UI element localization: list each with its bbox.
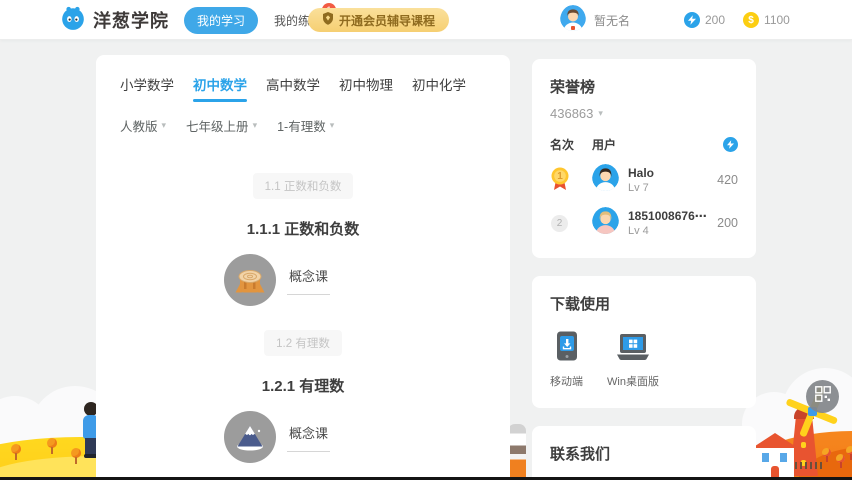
- tab-high-math[interactable]: 高中数学: [266, 78, 320, 93]
- house-illustration: [752, 433, 798, 479]
- course-panel: 小学数学 初中数学 高中数学 初中物理 初中化学 人教版▾ 七年级上册▾ 1-有…: [96, 55, 510, 480]
- lesson-type-label[interactable]: 概念课: [287, 266, 330, 295]
- lesson-title: 1.2.1 有理数: [120, 375, 486, 396]
- header-stats: 200 $ 1100: [684, 0, 790, 40]
- vip-button[interactable]: 开通会员辅导课程: [308, 8, 449, 32]
- energy-value: 200: [705, 13, 725, 27]
- leader-level: Lv 4: [628, 224, 707, 238]
- class-selector[interactable]: 436863 ▾: [550, 106, 738, 121]
- filter-textbook[interactable]: 人教版▾: [120, 116, 166, 135]
- chevron-down-icon: ▾: [598, 108, 603, 119]
- header-user[interactable]: 暂无名: [560, 0, 630, 40]
- energy-stat[interactable]: 200: [684, 12, 725, 28]
- leader-level: Lv 7: [628, 181, 654, 195]
- tree-trunk-illustration: [508, 424, 526, 478]
- course-filters: 人教版▾ 七年级上册▾ 1-有理数▾: [120, 116, 486, 135]
- user-avatar: [560, 5, 586, 36]
- stump-icon[interactable]: [224, 254, 276, 306]
- lesson-item[interactable]: 概念课: [94, 411, 460, 463]
- tab-middle-physics[interactable]: 初中物理: [339, 78, 393, 93]
- download-mobile[interactable]: 移动端: [550, 331, 583, 389]
- rank-number: 1: [550, 171, 570, 182]
- chevron-down-icon: ▾: [253, 120, 258, 131]
- flower-illustration: [846, 446, 852, 460]
- tree-illustration: [10, 444, 22, 460]
- filter-grade[interactable]: 七年级上册▾: [186, 116, 257, 135]
- user-name: 暂无名: [594, 12, 630, 29]
- download-windows-label: Win桌面版: [607, 373, 659, 389]
- honor-board-card: 荣誉榜 436863 ▾ 名次 用户: [532, 59, 756, 258]
- leader-name: 1851008676⋯: [628, 209, 707, 223]
- section-badge: 1.2 有理数: [264, 330, 342, 356]
- vip-shield-icon: [322, 12, 334, 28]
- qr-code-fab[interactable]: [806, 380, 839, 413]
- subject-tabs: 小学数学 初中数学 高中数学 初中物理 初中化学: [120, 55, 486, 93]
- coin-value: 1100: [764, 13, 790, 27]
- download-card: 下载使用 移动端: [532, 276, 756, 408]
- contact-title: 联系我们: [550, 443, 738, 464]
- onion-logo-icon: [60, 5, 86, 36]
- contact-card: 联系我们: [532, 426, 756, 480]
- leader-score: 200: [717, 216, 738, 230]
- windows-desktop-icon: [615, 348, 651, 365]
- section-badge: 1.1 正数和负数: [253, 173, 354, 199]
- app-header: 洋葱学院 我的学习 我的练习 1 开通会员辅导课程: [0, 0, 852, 40]
- tab-primary-math[interactable]: 小学数学: [120, 78, 174, 93]
- filter-chapter[interactable]: 1-有理数▾: [277, 116, 334, 135]
- mountain-icon[interactable]: [224, 411, 276, 463]
- qr-code-icon: [815, 386, 831, 407]
- chevron-down-icon: ▾: [330, 120, 335, 131]
- gold-medal-icon: 1: [550, 167, 570, 194]
- lesson-title: 1.1.1 正数和负数: [120, 218, 486, 239]
- nav-my-learning[interactable]: 我的学习: [184, 7, 258, 34]
- chevron-down-icon: ▾: [162, 120, 167, 131]
- download-windows[interactable]: Win桌面版: [607, 334, 659, 389]
- vip-button-label: 开通会员辅导课程: [339, 12, 435, 29]
- brand[interactable]: 洋葱学院: [60, 0, 169, 40]
- leaderboard-row[interactable]: 2 1851008676⋯ Lv 4: [550, 207, 738, 239]
- flower-illustration: [822, 448, 831, 462]
- leader-score: 420: [717, 173, 738, 187]
- leaderboard-row[interactable]: 1 Halo Lv 7: [550, 164, 738, 196]
- rank-column-label: 名次: [550, 136, 592, 153]
- fence-illustration: [795, 462, 822, 469]
- leader-avatar: [592, 207, 619, 239]
- sidebar: 荣誉榜 436863 ▾ 名次 用户: [532, 59, 756, 480]
- user-column-label: 用户: [592, 136, 616, 153]
- lightning-icon: [684, 12, 700, 28]
- brand-name: 洋葱学院: [93, 7, 169, 33]
- lesson-type-label[interactable]: 概念课: [287, 423, 330, 452]
- download-title: 下载使用: [550, 293, 738, 314]
- flower-illustration: [836, 454, 845, 468]
- tab-middle-chemistry[interactable]: 初中化学: [412, 78, 466, 93]
- leader-avatar: [592, 164, 619, 196]
- leaderboard-header: 名次 用户: [550, 136, 738, 153]
- honor-board-title: 荣誉榜: [550, 76, 738, 97]
- lesson-list: 1.1 正数和负数 1.1.1 正数和负数 概念课: [120, 135, 486, 480]
- tree-illustration: [70, 448, 82, 464]
- class-id: 436863: [550, 106, 593, 121]
- leader-name: Halo: [628, 166, 654, 180]
- tab-middle-math[interactable]: 初中数学: [193, 78, 247, 93]
- lesson-item[interactable]: 概念课: [94, 254, 460, 306]
- header-nav: 我的学习 我的练习 1: [184, 0, 326, 40]
- lightning-icon: [723, 137, 738, 152]
- rank-number: 2: [551, 215, 568, 232]
- tree-illustration: [46, 438, 58, 454]
- coin-icon: $: [743, 12, 759, 28]
- page: 洋葱学院 我的学习 我的练习 1 开通会员辅导课程: [0, 0, 852, 480]
- download-mobile-label: 移动端: [550, 373, 583, 389]
- phone-download-icon: [556, 348, 578, 365]
- coin-stat[interactable]: $ 1100: [743, 12, 790, 28]
